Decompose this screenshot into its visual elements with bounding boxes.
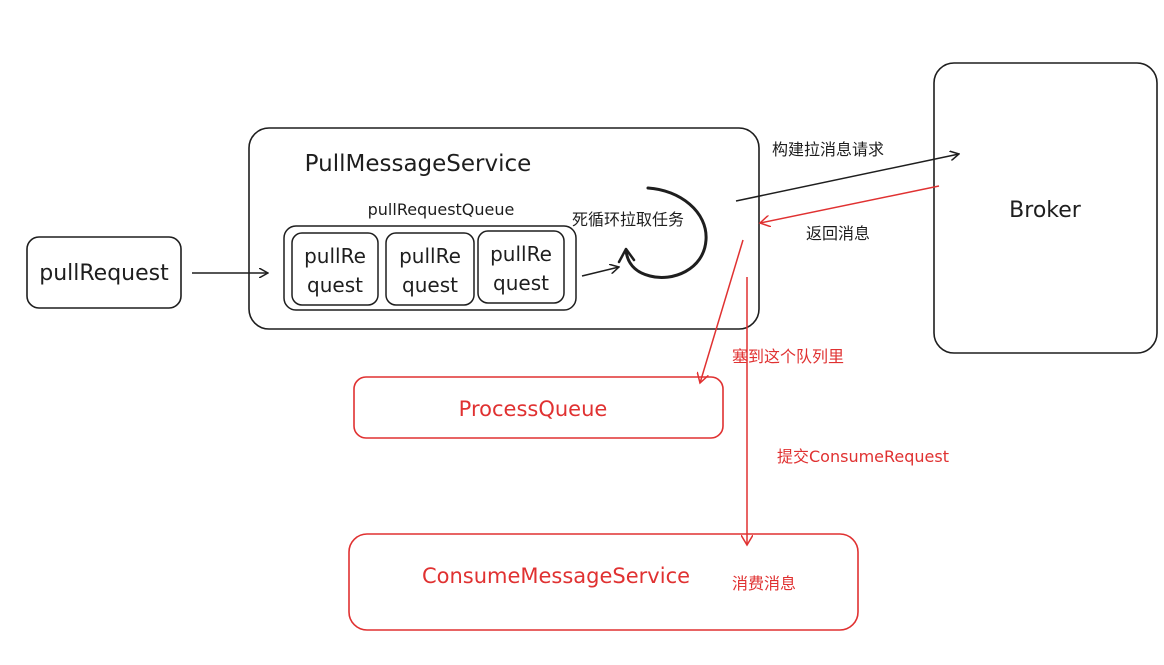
queue-item: pullRe quest bbox=[477, 230, 565, 304]
pull-request-node: pullRequest bbox=[26, 236, 182, 309]
pull-message-service-title: PullMessageService bbox=[305, 151, 532, 177]
process-queue-node: ProcessQueue bbox=[353, 376, 724, 439]
dead-loop-curve bbox=[624, 186, 708, 279]
arrow-return-message bbox=[760, 185, 940, 223]
queue-item-text-line2: quest bbox=[493, 271, 549, 295]
queue-item-text-line1: pullRe bbox=[304, 244, 366, 268]
process-queue-label: ProcessQueue bbox=[459, 397, 608, 421]
queue-item-text-line2: quest bbox=[402, 273, 458, 297]
queue-item: pullRe quest bbox=[385, 232, 475, 306]
pull-request-queue-box bbox=[283, 225, 577, 311]
consume-message-service-label: ConsumeMessageService bbox=[422, 564, 690, 588]
consume-message-label: 消费消息 bbox=[732, 574, 796, 593]
pull-message-service-node: PullMessageService pullRequestQueue pull… bbox=[248, 127, 760, 330]
queue-item: pullRe quest bbox=[291, 232, 379, 306]
build-request-label: 构建拉消息请求 bbox=[772, 140, 884, 159]
diagram-svg: pullRequest PullMessageService pullReque… bbox=[26, 62, 1158, 631]
broker-node: Broker bbox=[933, 62, 1158, 354]
submit-request-label: 提交ConsumeRequest bbox=[777, 447, 949, 466]
diagram-canvas: pullRequest PullMessageService pullReque… bbox=[0, 0, 1164, 665]
dead-loop-label: 死循环拉取任务 bbox=[572, 210, 684, 229]
pull-request-queue-label: pullRequestQueue bbox=[368, 200, 515, 219]
queue-item-text-line2: quest bbox=[307, 273, 363, 297]
queue-item-text-line1: pullRe bbox=[399, 244, 461, 268]
consume-message-service-node: ConsumeMessageService 消费消息 bbox=[348, 533, 859, 631]
return-message-label: 返回消息 bbox=[806, 224, 870, 243]
pull-request-label: pullRequest bbox=[39, 261, 169, 286]
put-into-queue-label: 塞到这个队列里 bbox=[732, 347, 844, 366]
queue-item-text-line1: pullRe bbox=[490, 242, 552, 266]
arrow-queue-to-loop bbox=[581, 267, 619, 277]
arrow-build-request bbox=[735, 154, 959, 202]
broker-label: Broker bbox=[1009, 198, 1082, 223]
